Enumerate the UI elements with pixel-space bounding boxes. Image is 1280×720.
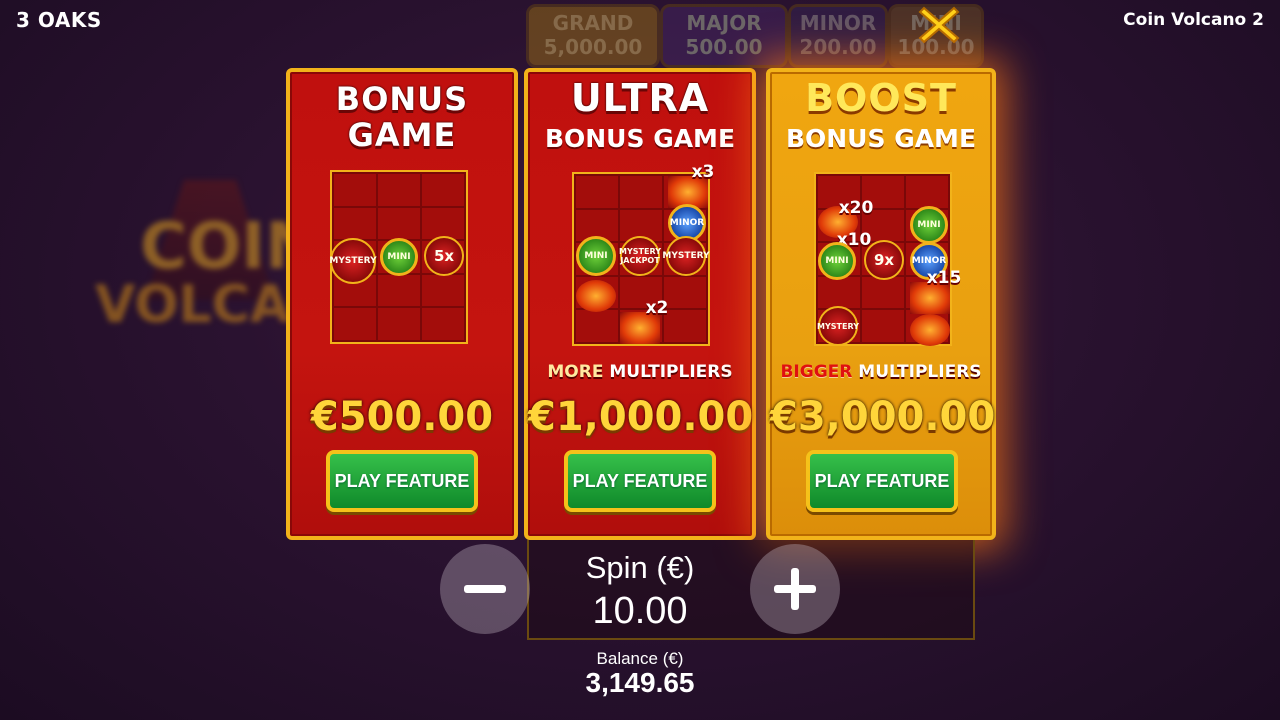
panel-subtitle: BONUS GAME: [544, 124, 736, 153]
brand-logo: 3 OAKS: [16, 8, 102, 32]
jackpot-value: 200.00: [799, 35, 877, 59]
jackpot-name: MAJOR: [686, 11, 762, 35]
mini-coin: MINI: [910, 206, 948, 244]
panel-title: BONUS: [335, 80, 469, 118]
ultra-bonus-game-panel: ULTRA BONUS GAME x3 MINOR MINI MYSTERY J…: [524, 68, 756, 540]
jackpot-minor: MINOR 200.00: [788, 4, 888, 68]
plus-icon: [774, 568, 816, 610]
tagline-highlight: BIGGER: [780, 362, 853, 382]
multiplier-coin: 9x: [864, 240, 904, 280]
tagline-text: MULTIPLIERS: [609, 362, 733, 382]
play-feature-button[interactable]: PLAY FEATURE: [806, 450, 958, 512]
minus-icon: [464, 585, 506, 593]
multiplier-label: x20: [838, 198, 874, 218]
game-title: Coin Volcano 2: [1123, 10, 1264, 30]
balance-value: 3,149.65: [585, 667, 695, 698]
tagline-highlight: MORE: [547, 362, 604, 382]
panel-subtitle: GAME: [347, 116, 457, 154]
play-feature-button[interactable]: PLAY FEATURE: [326, 450, 478, 512]
jackpot-name: GRAND: [552, 11, 634, 35]
mystery-coin: MYSTERY: [662, 236, 710, 276]
fire-swirl: [910, 314, 950, 346]
mystery-jackpot-coin: MYSTERY JACKPOT: [619, 236, 661, 276]
spin-value: 10.00: [592, 590, 688, 632]
jackpot-major: MAJOR 500.00: [660, 4, 788, 68]
feature-price: €500.00: [310, 394, 494, 440]
multiplier-coin: 5x: [424, 236, 464, 276]
bonus-game-panel: BONUS GAME MYSTERY MINI 5x €500.00 PLAY …: [286, 68, 518, 540]
decrease-bet-button[interactable]: [440, 544, 530, 634]
multiplier-label: x15: [926, 268, 962, 288]
tagline-text: MULTIPLIERS: [858, 362, 982, 382]
close-icon: [918, 6, 960, 44]
jackpot-name: MINOR: [799, 11, 877, 35]
multiplier-tagline: BIGGER MULTIPLIERS: [770, 362, 992, 382]
play-feature-button[interactable]: PLAY FEATURE: [564, 450, 716, 512]
mini-coin: MINI: [576, 236, 616, 276]
increase-bet-button[interactable]: [750, 544, 840, 634]
jackpot-value: 5,000.00: [543, 35, 643, 59]
multiplier-label: x3: [691, 162, 715, 182]
jackpot-value: 500.00: [685, 35, 763, 59]
multiplier-label: x2: [645, 298, 669, 318]
mini-coin: MINI: [380, 238, 418, 276]
multiplier-tagline: MORE MULTIPLIERS: [528, 362, 752, 382]
mystery-coin: MYSTERY: [329, 238, 377, 284]
panel-title: BOOST: [805, 76, 957, 120]
close-button[interactable]: [916, 2, 962, 48]
feature-price: €1,000.00: [528, 394, 754, 440]
feature-price: €3,000.00: [770, 394, 996, 440]
fire-swirl: [576, 280, 616, 312]
panel-title: ULTRA: [570, 76, 710, 120]
mystery-coin: MYSTERY: [817, 306, 859, 346]
panel-subtitle: BONUS GAME: [785, 124, 977, 153]
boost-bonus-game-panel: BOOST BONUS GAME x20 x10 MINI MINI 9x MI…: [766, 68, 996, 540]
spin-label: Spin (€): [585, 550, 695, 585]
balance-label: Balance (€): [596, 649, 684, 668]
jackpot-grand: GRAND 5,000.00: [526, 4, 660, 68]
mini-coin: MINI: [818, 242, 856, 280]
